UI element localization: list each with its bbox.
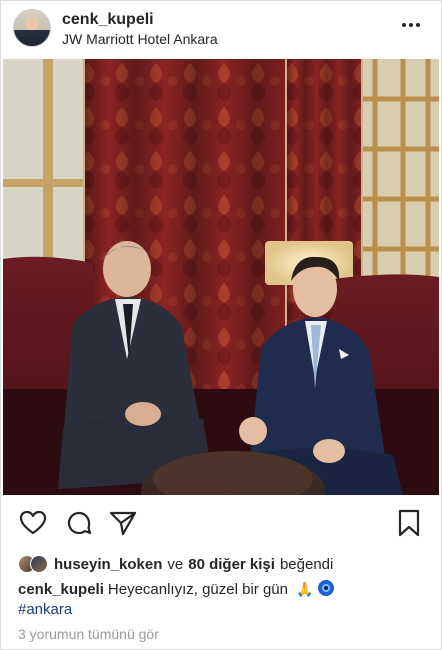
likes-tail: beğendi bbox=[279, 555, 334, 573]
heart-icon[interactable] bbox=[18, 508, 48, 538]
share-icon[interactable] bbox=[108, 508, 138, 538]
post-username[interactable]: cenk_kupeli bbox=[62, 11, 154, 29]
post-location[interactable]: JW Marriott Hotel Ankara bbox=[62, 31, 218, 47]
post-photo[interactable] bbox=[3, 59, 439, 495]
photo-illustration bbox=[3, 59, 439, 495]
caption-username[interactable]: cenk_kupeli bbox=[18, 581, 104, 598]
post-caption: cenk_kupeli Heyecanlıyız, güzel bir gün 🙏 bbox=[18, 580, 334, 599]
liker-avatar-2[interactable] bbox=[30, 555, 48, 573]
caption-text: Heyecanlıyız, güzel bir gün bbox=[107, 581, 288, 598]
comment-icon[interactable] bbox=[64, 508, 94, 538]
more-options-icon[interactable] bbox=[396, 14, 426, 36]
likes-count[interactable]: 80 diğer kişi bbox=[188, 556, 275, 573]
caption-hashtag[interactable]: #ankara bbox=[18, 601, 72, 618]
liker-username[interactable]: huseyin_koken bbox=[54, 556, 162, 573]
view-comments-link[interactable]: 3 yorumun tümünü gör bbox=[18, 626, 159, 642]
post-actions bbox=[0, 500, 442, 544]
post-header: cenk_kupeli JW Marriott Hotel Ankara bbox=[0, 0, 442, 58]
likes-connector: ve bbox=[167, 555, 184, 573]
praying-hands-icon: 🙏 bbox=[296, 581, 314, 597]
profile-avatar[interactable] bbox=[13, 9, 51, 47]
evil-eye-icon bbox=[317, 580, 334, 596]
bookmark-icon[interactable] bbox=[394, 508, 424, 538]
likes-summary: huseyin_koken ve 80 diğer kişi beğendi bbox=[18, 552, 333, 576]
